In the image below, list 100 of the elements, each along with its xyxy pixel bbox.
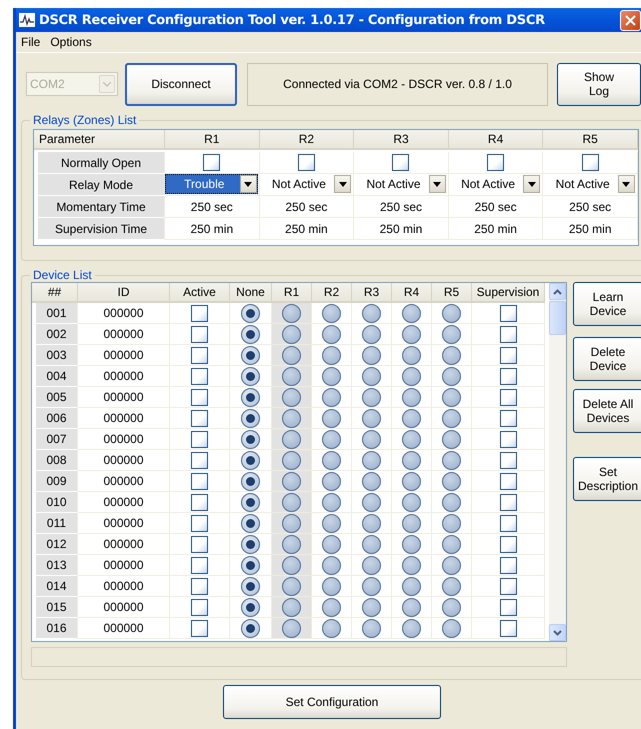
- checkbox[interactable]: [191, 536, 208, 552]
- radio-button[interactable]: [362, 576, 381, 596]
- checkbox[interactable]: [500, 598, 516, 616]
- radio-button[interactable]: [322, 472, 341, 490]
- radio-button[interactable]: [241, 556, 260, 574]
- radio-button[interactable]: [322, 534, 341, 554]
- dropdown-button[interactable]: [428, 175, 446, 193]
- radio-button[interactable]: [282, 408, 301, 428]
- radio-button[interactable]: [282, 304, 301, 322]
- checkbox[interactable]: [191, 388, 208, 406]
- radio-button[interactable]: [402, 450, 421, 470]
- checkbox[interactable]: [500, 494, 516, 510]
- checkbox[interactable]: [191, 556, 208, 574]
- radio-button[interactable]: [442, 472, 461, 490]
- side-button[interactable]: Set Description: [573, 457, 641, 501]
- radio-button[interactable]: [442, 346, 461, 364]
- checkbox[interactable]: [500, 578, 516, 594]
- radio-button[interactable]: [362, 366, 381, 386]
- radio-button[interactable]: [241, 324, 260, 344]
- radio-button[interactable]: [442, 450, 461, 470]
- radio-button[interactable]: [282, 556, 301, 574]
- radio-button[interactable]: [442, 366, 461, 386]
- radio-button[interactable]: [241, 618, 260, 638]
- disconnect-button[interactable]: Disconnect: [125, 62, 237, 106]
- checkbox[interactable]: [500, 346, 516, 364]
- radio-button[interactable]: [241, 534, 260, 554]
- radio-button[interactable]: [362, 492, 381, 512]
- radio-button[interactable]: [241, 366, 260, 386]
- radio-button[interactable]: [402, 514, 421, 532]
- scroll-thumb[interactable]: [549, 301, 566, 335]
- radio-button[interactable]: [402, 576, 421, 596]
- radio-button[interactable]: [241, 492, 260, 512]
- checkbox[interactable]: [191, 304, 208, 322]
- radio-button[interactable]: [322, 388, 341, 406]
- checkbox[interactable]: [191, 578, 208, 594]
- radio-button[interactable]: [362, 408, 381, 428]
- radio-button[interactable]: [442, 388, 461, 406]
- radio-button[interactable]: [402, 618, 421, 638]
- side-button[interactable]: Delete Device: [573, 337, 641, 381]
- radio-button[interactable]: [322, 492, 341, 512]
- radio-button[interactable]: [322, 304, 341, 322]
- dropdown-button[interactable]: [334, 175, 352, 193]
- checkbox[interactable]: [203, 154, 220, 171]
- radio-button[interactable]: [442, 492, 461, 512]
- radio-button[interactable]: [282, 430, 301, 448]
- radio-button[interactable]: [402, 534, 421, 554]
- radio-button[interactable]: [241, 304, 260, 322]
- radio-button[interactable]: [322, 408, 341, 428]
- radio-button[interactable]: [241, 388, 260, 406]
- radio-button[interactable]: [322, 618, 341, 638]
- radio-button[interactable]: [322, 346, 341, 364]
- radio-button[interactable]: [362, 598, 381, 616]
- radio-button[interactable]: [282, 534, 301, 554]
- dropdown-button[interactable]: [523, 175, 540, 193]
- menu-item[interactable]: File: [16, 35, 46, 49]
- radio-button[interactable]: [322, 450, 341, 470]
- checkbox[interactable]: [191, 598, 208, 616]
- radio-button[interactable]: [362, 430, 381, 448]
- radio-button[interactable]: [402, 366, 421, 386]
- radio-button[interactable]: [362, 450, 381, 470]
- radio-button[interactable]: [282, 346, 301, 364]
- radio-button[interactable]: [362, 388, 381, 406]
- radio-button[interactable]: [241, 514, 260, 532]
- radio-button[interactable]: [442, 304, 461, 322]
- radio-button[interactable]: [282, 324, 301, 344]
- radio-button[interactable]: [442, 618, 461, 638]
- radio-button[interactable]: [362, 556, 381, 574]
- relay-mode-dropdown[interactable]: Trouble: [165, 174, 258, 194]
- show-log-button[interactable]: Show Log: [557, 62, 641, 106]
- radio-button[interactable]: [442, 576, 461, 596]
- checkbox[interactable]: [191, 326, 208, 342]
- radio-button[interactable]: [241, 598, 260, 616]
- checkbox[interactable]: [500, 472, 516, 490]
- radio-button[interactable]: [442, 556, 461, 574]
- radio-button[interactable]: [282, 492, 301, 512]
- relay-mode-dropdown[interactable]: Not Active: [543, 174, 636, 194]
- checkbox[interactable]: [582, 154, 599, 171]
- menu-item[interactable]: Options: [45, 35, 97, 49]
- radio-button[interactable]: [402, 430, 421, 448]
- radio-button[interactable]: [241, 430, 260, 448]
- radio-button[interactable]: [282, 618, 301, 638]
- radio-button[interactable]: [282, 366, 301, 386]
- radio-button[interactable]: [282, 450, 301, 470]
- radio-button[interactable]: [442, 430, 461, 448]
- radio-button[interactable]: [241, 346, 260, 364]
- radio-button[interactable]: [322, 576, 341, 596]
- radio-button[interactable]: [442, 324, 461, 344]
- radio-button[interactable]: [362, 534, 381, 554]
- radio-button[interactable]: [282, 514, 301, 532]
- radio-button[interactable]: [442, 598, 461, 616]
- checkbox[interactable]: [298, 154, 315, 171]
- relay-mode-dropdown[interactable]: Not Active: [354, 174, 447, 194]
- checkbox[interactable]: [191, 494, 208, 510]
- checkbox[interactable]: [392, 154, 410, 171]
- radio-button[interactable]: [402, 472, 421, 490]
- radio-button[interactable]: [322, 556, 341, 574]
- checkbox[interactable]: [500, 304, 516, 322]
- side-button[interactable]: Learn Device: [573, 282, 641, 326]
- checkbox[interactable]: [191, 410, 208, 426]
- radio-button[interactable]: [322, 366, 341, 386]
